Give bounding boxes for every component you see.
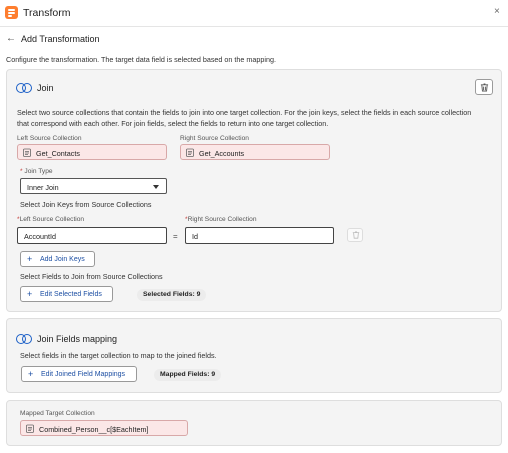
left-source-label: Left Source Collection bbox=[17, 135, 82, 142]
select-fields-heading: Select Fields to Join from Source Collec… bbox=[20, 272, 163, 281]
left-source-field: Get_Contacts bbox=[17, 144, 167, 160]
close-icon[interactable]: × bbox=[494, 6, 500, 17]
mapped-target-label: Mapped Target Collection bbox=[20, 410, 95, 417]
key-left-value: AccountId bbox=[24, 232, 56, 241]
right-source-field: Get_Accounts bbox=[180, 144, 330, 160]
key-left-input[interactable]: AccountId bbox=[17, 227, 167, 244]
transform-app-icon bbox=[5, 6, 18, 19]
trash-icon bbox=[352, 231, 360, 239]
right-source-label: Right Source Collection bbox=[180, 135, 249, 142]
chevron-down-icon bbox=[153, 185, 159, 189]
add-join-keys-button[interactable]: + Add Join Keys bbox=[20, 251, 95, 267]
join-title: Join bbox=[37, 83, 54, 93]
page-description: Configure the transformation. The target… bbox=[6, 55, 276, 64]
selected-fields-badge: Selected Fields: 9 bbox=[137, 289, 207, 301]
join-description-line2: that correspond with each other. For joi… bbox=[17, 119, 329, 128]
key-right-label: *Right Source Collection bbox=[185, 216, 257, 223]
join-keys-heading: Select Join Keys from Source Collections bbox=[20, 200, 152, 209]
delete-join-button[interactable] bbox=[475, 79, 493, 95]
left-source-value: Get_Contacts bbox=[36, 148, 80, 158]
edit-joined-field-mappings-button[interactable]: + Edit Joined Field Mappings bbox=[21, 366, 137, 382]
join-type-label: * Join Type bbox=[20, 168, 53, 175]
plus-icon: + bbox=[28, 369, 34, 379]
title-bar: Transform × bbox=[0, 0, 508, 27]
key-left-label: *Left Source Collection bbox=[17, 216, 85, 223]
page-title: Add Transformation bbox=[21, 34, 100, 44]
join-type-select[interactable]: Inner Join bbox=[20, 178, 167, 194]
join-icon bbox=[16, 83, 32, 93]
join-card: Join Select two source collections that … bbox=[6, 69, 502, 312]
delete-join-key-button[interactable] bbox=[347, 228, 363, 242]
join-icon bbox=[16, 334, 32, 344]
collection-icon bbox=[186, 148, 194, 157]
mapped-fields-badge: Mapped Fields: 9 bbox=[154, 369, 222, 381]
join-mapping-description: Select fields in the target collection t… bbox=[20, 351, 217, 360]
collection-icon bbox=[23, 148, 31, 157]
plus-icon: + bbox=[27, 289, 33, 299]
mapped-target-field: Combined_Person__c[$EachItem] bbox=[20, 420, 188, 436]
key-right-input[interactable]: Id bbox=[185, 227, 334, 244]
mapped-target-card: Mapped Target Collection Combined_Person… bbox=[6, 400, 502, 446]
trash-icon bbox=[480, 83, 489, 92]
join-description-line1: Select two source collections that conta… bbox=[17, 108, 472, 117]
join-mapping-title: Join Fields mapping bbox=[37, 334, 118, 344]
equals-sign: = bbox=[173, 232, 178, 241]
key-right-value: Id bbox=[192, 232, 198, 241]
back-arrow-icon[interactable]: ← bbox=[6, 33, 16, 44]
join-type-value: Inner Join bbox=[27, 182, 59, 192]
app-title: Transform bbox=[23, 7, 71, 19]
collection-icon bbox=[26, 424, 34, 433]
join-fields-mapping-card: Join Fields mapping Select fields in the… bbox=[6, 318, 502, 393]
plus-icon: + bbox=[27, 254, 33, 264]
right-source-value: Get_Accounts bbox=[199, 148, 245, 158]
edit-selected-fields-button[interactable]: + Edit Selected Fields bbox=[20, 286, 113, 302]
mapped-target-value: Combined_Person__c[$EachItem] bbox=[39, 424, 149, 434]
